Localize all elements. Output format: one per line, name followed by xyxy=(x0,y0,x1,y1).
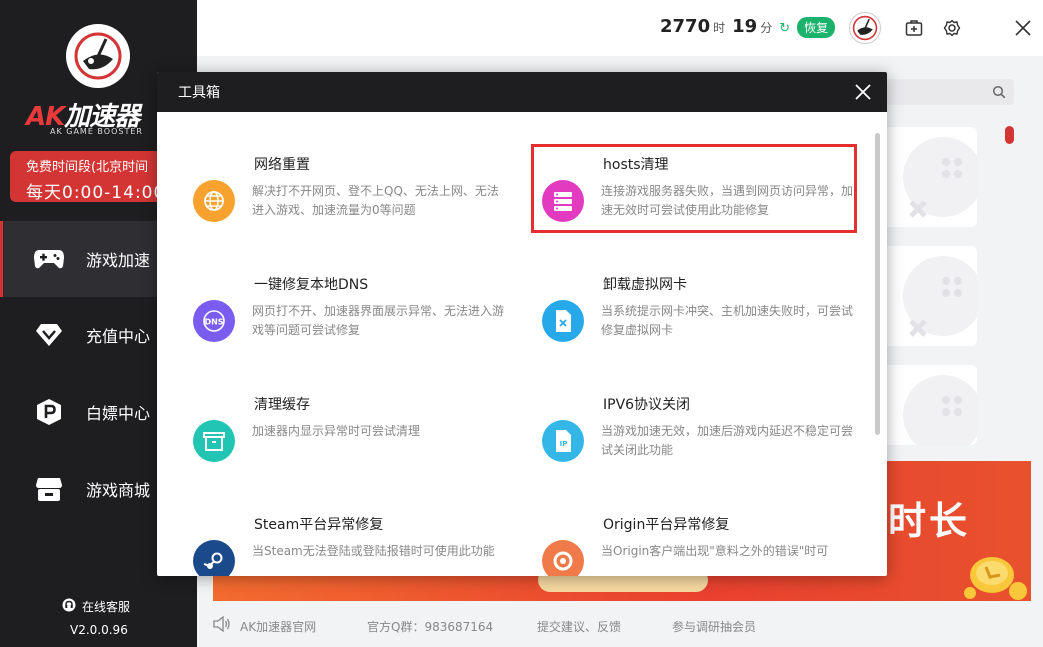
game-card[interactable] xyxy=(873,127,983,227)
steam-icon xyxy=(193,540,235,576)
speaker-icon xyxy=(213,615,231,635)
avatar[interactable] xyxy=(849,12,881,44)
tool-description: 解决打不开网页、登不上QQ、无法上网、无法进入游戏、加速流量为0等问题 xyxy=(252,184,499,217)
support-label: 在线客服 xyxy=(82,600,131,614)
tool-origin-repair[interactable]: Origin平台异常修复 当Origin客户端出现"意料之外的错误"时可 xyxy=(542,514,872,576)
search-input[interactable] xyxy=(884,79,1014,105)
qq-group-label: 官方Q群：983687164 xyxy=(367,620,494,634)
tool-disable-ipv6[interactable]: IP IPV6协议关闭 当游戏加速无效，加速后游戏内延迟不稳定可尝试关闭此功能 xyxy=(542,394,872,494)
origin-icon xyxy=(542,540,584,576)
tool-steam-repair[interactable]: Steam平台异常修复 当Steam无法登陆或登陆报错时可使用此功能 xyxy=(193,514,523,576)
ip-file-icon: IP xyxy=(542,420,584,462)
shop-icon xyxy=(32,472,66,506)
tool-title: 清理缓存 xyxy=(254,397,310,413)
tool-description: 当系统提示网卡冲突、主机加速失败时，可尝试修复虚拟网卡 xyxy=(601,304,854,337)
tool-description: 当Steam无法登陆或登陆报错时可使用此功能 xyxy=(252,544,495,558)
box-icon xyxy=(193,420,235,462)
minutes-value: 19 xyxy=(732,16,758,37)
restore-button[interactable]: 恢复 xyxy=(797,17,836,38)
hours-unit: 时 xyxy=(713,21,726,35)
highlight-box xyxy=(531,144,857,233)
game-card[interactable] xyxy=(873,246,983,346)
tool-title: 卸载虚拟网卡 xyxy=(603,277,687,293)
sidebar-item-label: 白嫖中心 xyxy=(86,404,151,423)
diamond-icon xyxy=(32,318,66,352)
brand-subtitle: AK GAME BOOSTER xyxy=(50,127,143,136)
tool-dns-repair[interactable]: DNS 一键修复本地DNS 网页打不开、加速器界面展示异常、无法进入游戏等问题可… xyxy=(193,274,523,374)
tool-description: 加速器内显示异常时可尝试清理 xyxy=(252,424,421,438)
svg-text:IP: IP xyxy=(560,440,568,448)
refresh-icon[interactable]: ↻ xyxy=(779,21,790,36)
tool-title: IPV6协议关闭 xyxy=(603,397,691,413)
tool-description: 当Origin客户端出现"意料之外的错误"时可 xyxy=(601,544,829,558)
survey-link[interactable]: 参与调研抽会员 xyxy=(672,618,756,635)
promo-banner-text: 时长 xyxy=(888,499,971,543)
sidebar-item-label: 游戏商城 xyxy=(86,481,151,500)
dialog-title: 工具箱 xyxy=(178,85,220,101)
gamepad-icon xyxy=(32,242,66,276)
game-card[interactable] xyxy=(873,365,983,455)
package-icon[interactable] xyxy=(902,16,926,40)
minutes-unit: 分 xyxy=(760,21,773,35)
feedback-link[interactable]: 提交建议、反馈 xyxy=(537,618,621,635)
official-site-link[interactable]: AK加速器官网 xyxy=(240,618,316,635)
tool-network-reset[interactable]: 网络重置 解决打不开网页、登不上QQ、无法上网、无法进入游戏、加速流量为0等问题 xyxy=(193,154,523,254)
search-icon xyxy=(992,84,1006,103)
headset-icon xyxy=(62,598,76,615)
online-support-link[interactable]: 在线客服 xyxy=(62,598,130,615)
close-icon[interactable] xyxy=(851,80,875,104)
sidebar-item-label: 充值中心 xyxy=(86,327,151,346)
dialog-header: 工具箱 xyxy=(157,72,887,112)
hours-value: 2770 xyxy=(660,16,711,37)
version-label: V2.0.0.96 xyxy=(70,623,128,637)
logo-emblem-icon xyxy=(66,24,130,88)
scrollbar-thumb[interactable] xyxy=(1005,126,1014,144)
p-badge-icon xyxy=(32,395,66,429)
footer: AK加速器官网 官方Q群：983687164 提交建议、反馈 参与调研抽会员 xyxy=(197,601,1043,647)
dialog-scrollbar[interactable] xyxy=(875,133,880,435)
coins-icon xyxy=(960,545,1030,601)
remaining-time: 2770 时 19 分 ↻ 恢复 xyxy=(660,16,836,38)
tool-description: 网页打不开、加速器界面展示异常、无法进入游戏等问题可尝试修复 xyxy=(252,304,505,337)
tool-description: 当游戏加速无效，加速后游戏内延迟不稳定可尝试关闭此功能 xyxy=(601,424,854,457)
tool-uninstall-virtual-nic[interactable]: 卸载虚拟网卡 当系统提示网卡冲突、主机加速失败时，可尝试修复虚拟网卡 xyxy=(542,274,872,374)
tool-title: 网络重置 xyxy=(254,157,310,173)
tool-clear-cache[interactable]: 清理缓存 加速器内显示异常时可尝试清理 xyxy=(193,394,523,494)
gear-icon[interactable] xyxy=(940,16,964,40)
tool-title: Origin平台异常修复 xyxy=(603,517,730,533)
globe-icon xyxy=(193,180,235,222)
svg-text:DNS: DNS xyxy=(204,318,223,327)
sidebar-item-label: 游戏加速 xyxy=(86,251,151,270)
dns-icon: DNS xyxy=(193,300,235,342)
tool-title: Steam平台异常修复 xyxy=(254,517,384,533)
top-bar: 2770 时 19 分 ↻ 恢复 xyxy=(197,0,1043,56)
close-icon[interactable] xyxy=(1011,16,1035,40)
tool-title: 一键修复本地DNS xyxy=(254,277,369,293)
sim-card-icon xyxy=(542,300,584,342)
